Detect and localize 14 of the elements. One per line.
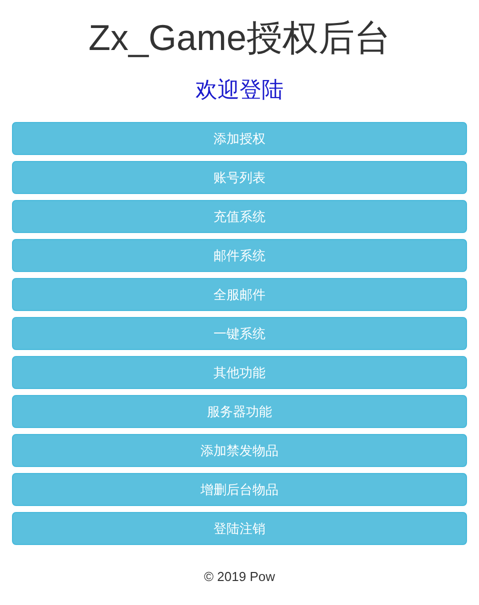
menu-button[interactable]: 全服邮件 <box>12 278 467 312</box>
menu-button[interactable]: 其他功能 <box>12 356 467 390</box>
menu-button[interactable]: 添加禁发物品 <box>12 434 467 468</box>
menu-button[interactable]: 服务器功能 <box>12 395 467 428</box>
menu-button[interactable]: 邮件系统 <box>12 239 467 272</box>
footer-text: © 2019 Pow <box>202 568 276 586</box>
welcome-heading: 欢迎登陆 <box>194 78 284 102</box>
page-title: Zx_Game授权后台 <box>87 16 392 56</box>
menu-button[interactable]: 添加授权 <box>12 122 467 156</box>
menu-button[interactable]: 登陆注销 <box>12 512 467 546</box>
menu-button[interactable]: 充值系统 <box>12 200 467 234</box>
menu-button[interactable]: 一键系统 <box>12 317 467 350</box>
menu-button[interactable]: 增删后台物品 <box>12 473 467 506</box>
menu-button[interactable]: 账号列表 <box>12 161 467 194</box>
